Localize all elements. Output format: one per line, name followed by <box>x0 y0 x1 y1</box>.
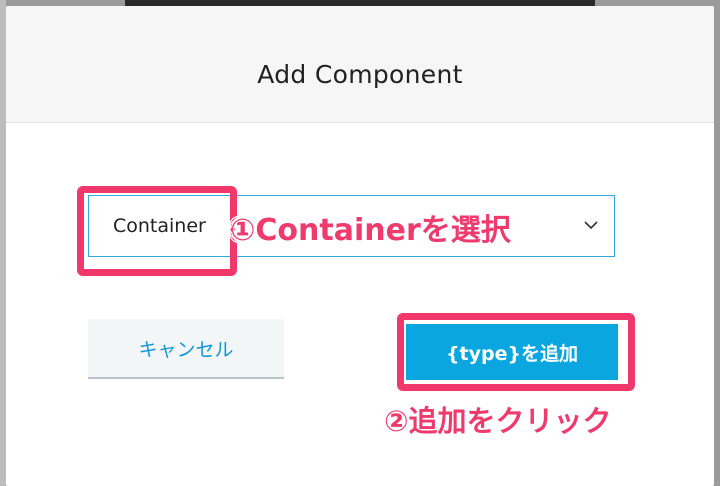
chevron-down-icon <box>584 221 598 230</box>
highlight-add-button <box>397 313 635 391</box>
cancel-button[interactable]: キャンセル <box>88 319 284 379</box>
highlight-select-box <box>77 186 237 276</box>
dialog-title: Add Component <box>257 60 463 89</box>
annotation-step-1: ①Containerを選択 <box>230 213 511 248</box>
dialog-header: Add Component <box>6 6 714 123</box>
annotation-step-2: ②追加をクリック <box>384 404 612 438</box>
